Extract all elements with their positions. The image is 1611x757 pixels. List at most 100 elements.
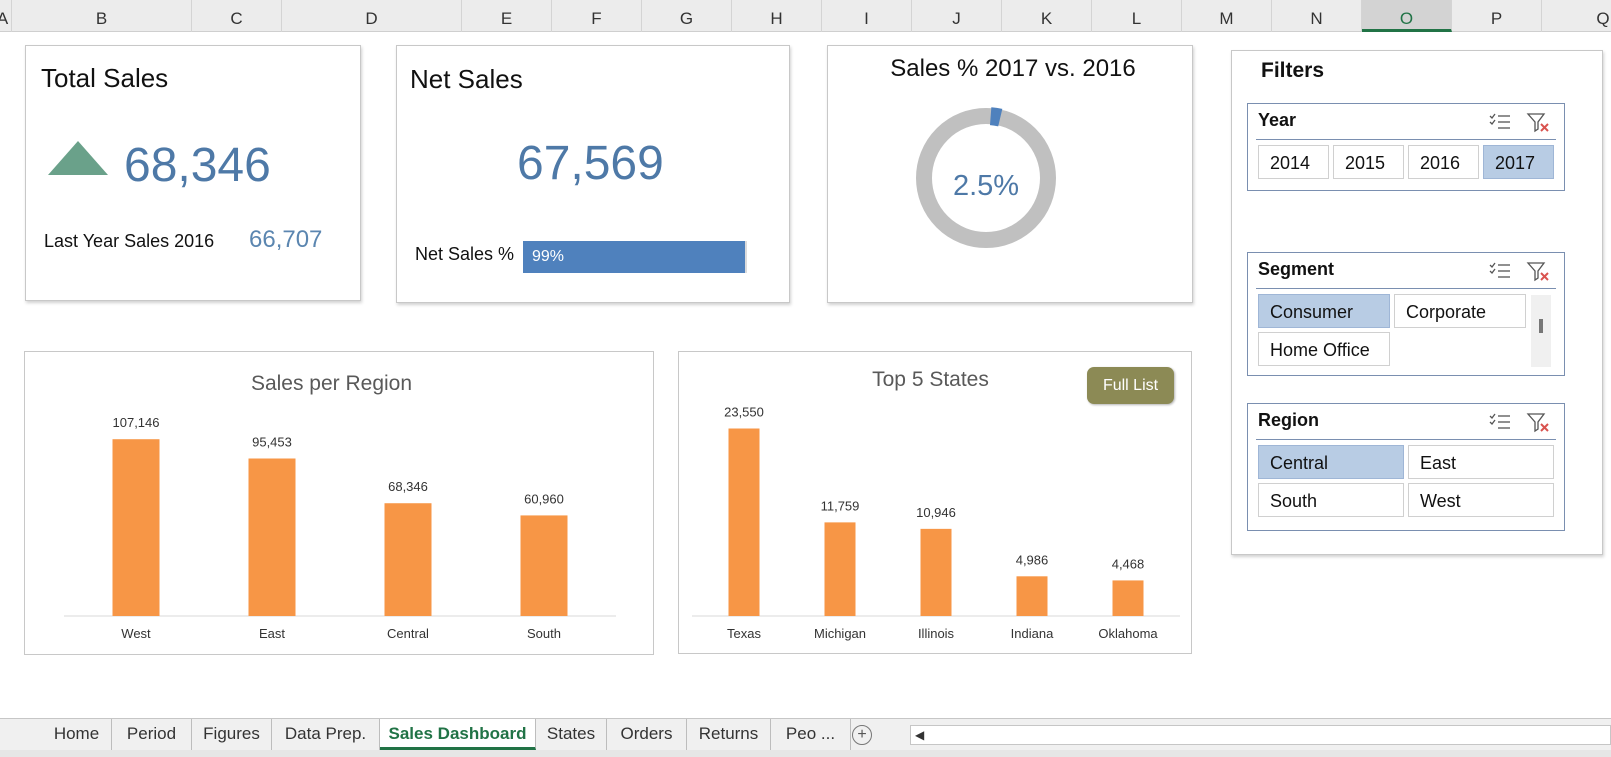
full-list-button[interactable]: Full List xyxy=(1087,367,1174,404)
bar-south xyxy=(520,515,568,616)
status-bar xyxy=(0,750,1611,757)
slicer-icons xyxy=(1488,111,1552,133)
column-header-h[interactable]: H xyxy=(732,0,822,32)
clear-filter-icon[interactable] xyxy=(1526,413,1549,433)
category-label: Texas xyxy=(727,626,761,641)
category-label: West xyxy=(121,626,151,641)
data-label: 60,960 xyxy=(524,491,564,506)
sheet-tab-peo[interactable]: Peo ... xyxy=(771,719,851,750)
category-label: Michigan xyxy=(814,626,866,641)
bar-michigan xyxy=(824,522,856,616)
net-sales-progress-bar: 99% xyxy=(523,241,747,273)
clear-filter-icon[interactable] xyxy=(1526,262,1549,282)
column-header-b[interactable]: B xyxy=(12,0,192,32)
slicer-icons xyxy=(1488,411,1552,433)
filters-title: Filters xyxy=(1261,59,1325,82)
segment-slicer-title: Segment xyxy=(1258,259,1335,279)
slicer-divider xyxy=(1256,288,1556,289)
sheet-tab-home[interactable]: Home xyxy=(42,719,112,750)
year-option-2017[interactable]: 2017 xyxy=(1483,145,1554,179)
region-option-east[interactable]: East xyxy=(1408,445,1554,479)
total-sales-value: 68,346 xyxy=(124,139,271,192)
sales-per-region-chart: 107,146 West 95,453 East 68,346 Central 60,960… xyxy=(64,415,616,641)
add-sheet-icon[interactable]: + xyxy=(852,725,872,745)
column-header-j[interactable]: J xyxy=(912,0,1002,32)
slicer-divider xyxy=(1256,439,1556,440)
total-sales-title: Total Sales xyxy=(41,63,169,93)
bar-central xyxy=(384,503,432,616)
sales-pct-title: Sales % 2017 vs. 2016 xyxy=(890,55,1136,82)
category-label: Illinois xyxy=(918,626,955,641)
sheet-tab-figures[interactable]: Figures xyxy=(192,719,272,750)
segment-slicer: Segment Consumer Corporate Home Office xyxy=(1247,252,1565,376)
column-header-o[interactable]: O xyxy=(1362,0,1452,32)
region-option-west[interactable]: West xyxy=(1408,483,1554,517)
data-label: 68,346 xyxy=(388,479,428,494)
data-label: 11,759 xyxy=(821,498,860,513)
data-label: 95,453 xyxy=(252,435,292,450)
column-header-n[interactable]: N xyxy=(1272,0,1362,32)
data-label: 107,146 xyxy=(113,415,160,430)
multi-select-icon[interactable] xyxy=(1489,262,1510,278)
scrollbar-thumb[interactable] xyxy=(1539,319,1543,333)
slicer-icons xyxy=(1488,260,1552,282)
sheet-tab-orders[interactable]: Orders xyxy=(607,719,687,750)
year-option-2016[interactable]: 2016 xyxy=(1408,145,1479,179)
bar-east xyxy=(248,458,296,616)
column-header-q[interactable]: Q xyxy=(1542,0,1611,32)
year-slicer: Year 2014 2015 2016 2017 xyxy=(1247,103,1565,191)
sales-pct-value: 2.5% xyxy=(952,170,1020,202)
column-header-g[interactable]: G xyxy=(642,0,732,32)
column-header-f[interactable]: F xyxy=(552,0,642,32)
horizontal-scrollbar[interactable]: ◀ xyxy=(910,725,1611,745)
bar-west xyxy=(112,439,160,616)
clear-filter-icon[interactable] xyxy=(1526,113,1549,133)
segment-option-home-office[interactable]: Home Office xyxy=(1258,332,1390,366)
bar-illinois xyxy=(920,528,952,616)
segment-option-corporate[interactable]: Corporate xyxy=(1394,294,1526,328)
bar-texas xyxy=(728,428,760,616)
up-triangle-icon xyxy=(48,141,108,175)
column-header-l[interactable]: L xyxy=(1092,0,1182,32)
region-option-south[interactable]: South xyxy=(1258,483,1404,517)
column-header-k[interactable]: K xyxy=(1002,0,1092,32)
column-header-c[interactable]: C xyxy=(192,0,282,32)
category-label: South xyxy=(527,626,561,641)
multi-select-icon[interactable] xyxy=(1489,413,1510,429)
column-header-d[interactable]: D xyxy=(282,0,462,32)
column-header-p[interactable]: P xyxy=(1452,0,1542,32)
sheet-tab-period[interactable]: Period xyxy=(112,719,192,750)
bar-oklahoma xyxy=(1112,580,1144,616)
last-year-sales-value: 66,707 xyxy=(249,226,323,253)
column-header-bar: ABCDEFGHIJKLMNOPQ xyxy=(0,0,1611,32)
net-sales-value: 67,569 xyxy=(517,137,664,190)
year-slicer-title: Year xyxy=(1258,110,1297,130)
column-header-i[interactable]: I xyxy=(822,0,912,32)
sheet-tab-states[interactable]: States xyxy=(536,719,607,750)
category-label: Oklahoma xyxy=(1098,626,1158,641)
slicer-divider xyxy=(1256,139,1556,140)
net-sales-progress-text: 99% xyxy=(532,248,565,265)
last-year-sales-label: Last Year Sales 2016 xyxy=(44,231,215,251)
sheet-tab-data-prep[interactable]: Data Prep. xyxy=(272,719,380,750)
category-label: Central xyxy=(387,626,429,641)
net-sales-title: Net Sales xyxy=(410,64,523,94)
category-label: Indiana xyxy=(1011,626,1054,641)
year-option-2014[interactable]: 2014 xyxy=(1258,145,1329,179)
data-label: 4,986 xyxy=(1016,552,1049,567)
column-header-m[interactable]: M xyxy=(1182,0,1272,32)
column-header-a[interactable]: A xyxy=(0,0,12,32)
year-option-2015[interactable]: 2015 xyxy=(1333,145,1404,179)
bar-indiana xyxy=(1016,576,1048,616)
sheet-tab-returns[interactable]: Returns xyxy=(687,719,771,750)
segment-slicer-scrollbar[interactable] xyxy=(1531,295,1551,367)
column-header-e[interactable]: E xyxy=(462,0,552,32)
region-slicer-title: Region xyxy=(1258,410,1319,430)
sheet-tab-sales-dashboard[interactable]: Sales Dashboard xyxy=(380,719,536,750)
region-option-central[interactable]: Central xyxy=(1258,445,1404,479)
segment-option-consumer[interactable]: Consumer xyxy=(1258,294,1390,328)
multi-select-icon[interactable] xyxy=(1489,113,1510,129)
data-label: 23,550 xyxy=(724,405,764,420)
data-label: 10,946 xyxy=(916,505,956,520)
scroll-left-icon[interactable]: ◀ xyxy=(915,728,924,742)
